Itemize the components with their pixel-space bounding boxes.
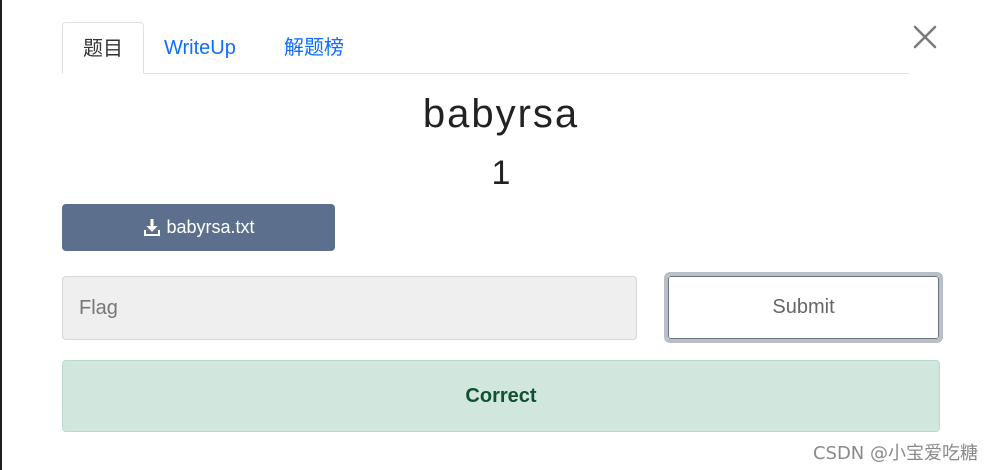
tab-challenge[interactable]: 题目 [62,22,144,74]
flag-input[interactable] [62,276,637,340]
download-icon [142,218,162,238]
result-alert: Correct [62,360,940,432]
window-edge [0,0,2,470]
download-file-label: babyrsa.txt [166,217,255,237]
challenge-title: babyrsa [422,92,580,136]
watermark: CSDN @小宝爱吃糖 [812,443,978,464]
tab-solves[interactable]: 解题榜 [284,22,344,73]
submit-button[interactable]: Submit [664,272,943,343]
result-message: Correct [465,384,537,407]
challenge-points: 1 [491,154,511,192]
close-icon[interactable] [912,24,938,50]
submit-button-focus-ring [668,276,939,339]
tab-writeup[interactable]: WriteUp [164,22,236,73]
tab-bar: 题目 WriteUp 解题榜 [62,22,909,74]
download-file-button[interactable]: babyrsa.txt [62,204,335,251]
